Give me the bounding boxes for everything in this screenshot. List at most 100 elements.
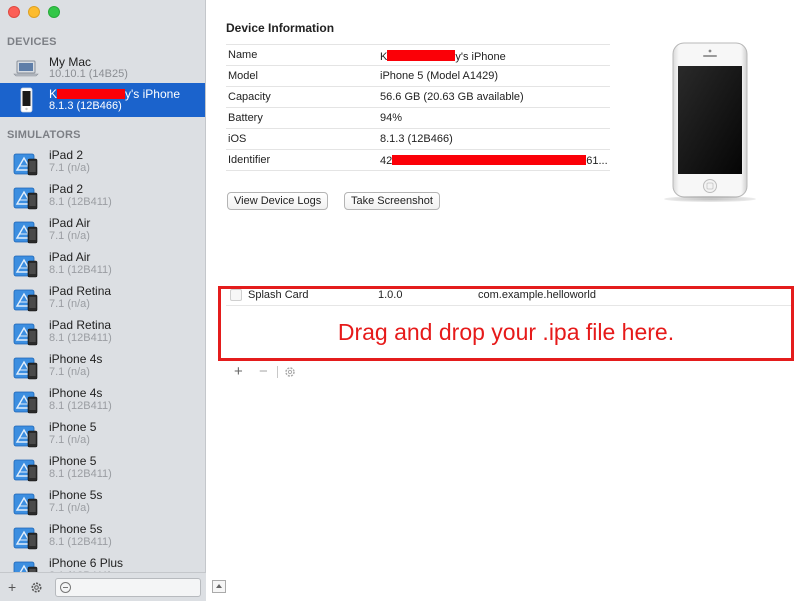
redaction-bar [387,50,456,61]
device-version: 8.1.3 (12B466) [49,100,122,112]
redaction-bar [392,155,587,165]
info-value: 8.1.3 (12B466) [380,133,453,145]
sidebar-item-simulator[interactable]: iPhone 4s 7.1 (n/a) [0,350,205,384]
mac-icon [13,60,39,77]
info-key: Capacity [228,91,271,103]
simulator-version: 7.1 (n/a) [49,298,90,310]
devices-header: DEVICES [7,36,57,48]
info-value: 94% [380,112,403,124]
simulator-icon [13,323,38,346]
sidebar-item-iphone[interactable]: Ky's iPhone 8.1.3 (12B466) [0,83,205,117]
device-info-title: Device Information [226,21,335,35]
sidebar-item-simulator[interactable]: iPhone 5 8.1 (12B411) [0,452,205,486]
simulator-version: 7.1 (n/a) [49,366,90,378]
simulator-name: iPad Retina [49,318,112,332]
view-device-logs-button[interactable]: View Device Logs [227,192,329,210]
simulator-version: 8.1 (12B411) [49,536,112,548]
sidebar-footer: + [0,572,206,601]
zoom-window-button[interactable] [48,6,60,18]
gear-icon[interactable] [29,580,44,595]
simulator-name: iPad Retina [49,284,112,298]
main-pane: Device Information Name Ky's iPhone Mode… [206,0,810,601]
info-key: Battery [228,112,263,124]
simulator-version: 7.1 (n/a) [49,502,90,514]
sidebar-item-simulator[interactable]: iPad Air 8.1 (12B411) [0,248,205,282]
sidebar-item-simulator[interactable]: iPhone 6 Plus8.1 (12B411) [0,554,205,572]
simulator-icon [13,255,38,278]
toggle-console-button[interactable] [212,580,226,593]
simulator-name: iPad Air [49,250,91,264]
info-value-suffix: 61... [586,155,608,167]
info-value: iPhone 5 (Model A1429) [380,70,499,82]
sidebar-item-simulator[interactable]: iPad Retina 8.1 (12B411) [0,316,205,350]
add-app-button[interactable]: + [234,364,243,380]
sidebar: DEVICES My Mac 10.10.1 (14B25) Ky's iPho… [0,0,206,601]
take-screenshot-button[interactable]: Take Screenshot [344,192,440,210]
sidebar-item-my-mac[interactable]: My Mac 10.10.1 (14B25) [0,51,205,85]
simulator-icon [13,187,38,210]
filter-field[interactable] [55,578,201,597]
simulator-name: iPhone 5 [49,454,97,468]
simulator-icon [13,289,38,312]
simulator-name: iPhone 5s [49,488,103,502]
iphone-image [672,42,748,198]
device-version: 10.10.1 (14B25) [49,68,128,80]
divider [277,366,278,378]
info-key: Model [228,70,258,82]
info-row-name: Name Ky's iPhone [226,45,610,66]
sidebar-item-simulator[interactable]: iPad Retina 7.1 (n/a) [0,282,205,316]
sidebar-item-simulator[interactable]: iPad 2 8.1 (12B411) [0,180,205,214]
drop-instruction: Drag and drop your .ipa file here. [337,319,675,345]
info-row-model: Model iPhone 5 (Model A1429) [226,66,610,87]
simulator-version: 7.1 (n/a) [49,230,90,242]
info-key: Identifier [228,154,271,166]
minimize-window-button[interactable] [28,6,40,18]
remove-app-button[interactable]: − [259,364,268,380]
device-info-table: Name Ky's iPhone Model iPhone 5 (Model A… [226,44,610,171]
devices-window: DEVICES My Mac 10.10.1 (14B25) Ky's iPho… [0,0,810,601]
device-name: My Mac [49,55,91,69]
ipa-drop-zone[interactable]: Drag and drop your .ipa file here. [218,286,794,361]
app-settings-gear-icon[interactable] [283,365,297,379]
add-device-button[interactable]: + [8,579,16,595]
simulator-version: 7.1 (n/a) [49,162,90,174]
simulator-icon [13,221,38,244]
info-value: 42 61... [380,154,608,167]
info-key: iOS [228,133,247,145]
simulator-name: iPhone 4s [49,386,103,400]
simulator-icon [13,527,38,550]
info-key: Name [228,49,258,61]
simulator-version: 8.1 (12B411) [49,264,112,276]
sidebar-item-simulator[interactable]: iPad Air 7.1 (n/a) [0,214,205,248]
info-value: Ky's iPhone [380,49,506,63]
simulator-version: 7.1 (n/a) [49,434,90,446]
sidebar-item-simulator[interactable]: iPhone 4s 8.1 (12B411) [0,384,205,418]
sidebar-item-simulator[interactable]: iPhone 5 7.1 (n/a) [0,418,205,452]
device-name-prefix: K [49,87,58,101]
simulator-icon [13,153,38,176]
simulator-version: 8.1 (12B411) [49,332,112,344]
simulator-version: 8.1 (12B411) [49,400,112,412]
simulator-version: 8.1 (12B411) [49,468,112,480]
info-row-capacity: Capacity 56.6 GB (20.63 GB available) [226,87,610,108]
close-window-button[interactable] [8,6,20,18]
simulator-icon [13,425,38,448]
simulator-name: iPad 2 [49,148,84,162]
iphone-icon [20,87,33,113]
simulator-icon [13,561,38,572]
phone-shadow [664,196,756,202]
sidebar-item-simulator[interactable]: iPhone 5s 8.1 (12B411) [0,520,205,554]
sidebar-item-simulator[interactable]: iPhone 5s 7.1 (n/a) [0,486,205,520]
info-value-prefix: 42 [380,155,393,167]
filter-icon [60,582,71,593]
info-row-identifier: Identifier 42 61... [226,150,610,171]
device-name-suffix: y's iPhone [125,87,181,101]
redaction-bar [57,89,126,99]
simulator-icon [13,391,38,414]
info-value-suffix: y's iPhone [455,51,506,63]
sidebar-item-simulator[interactable]: iPad 2 7.1 (n/a) [0,146,205,180]
simulator-name: iPad 2 [49,182,84,196]
device-name: Ky's iPhone [49,87,180,101]
simulator-icon [13,357,38,380]
simulator-name: iPhone 5s [49,522,103,536]
